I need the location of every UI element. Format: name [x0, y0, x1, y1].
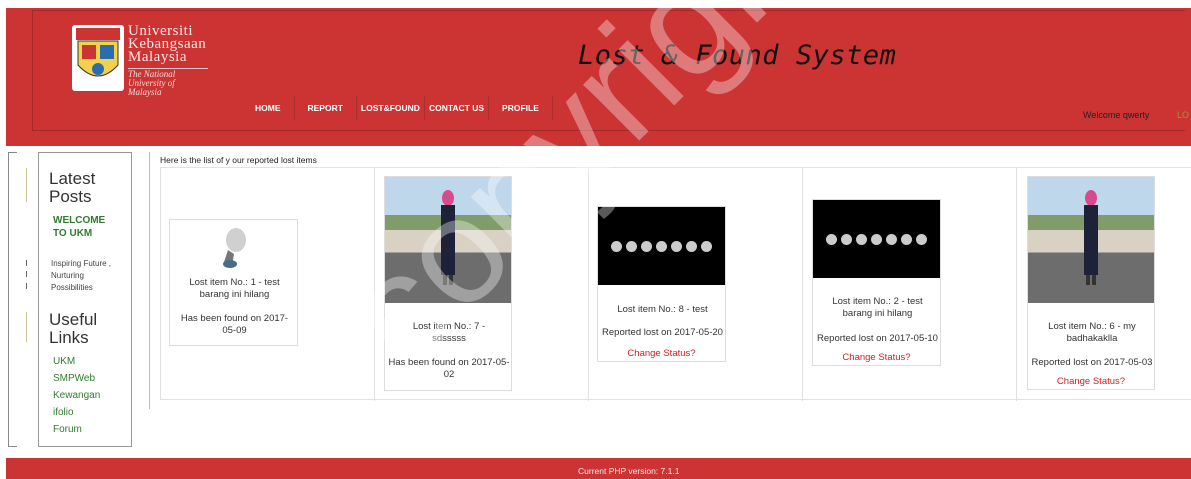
tick-mark	[26, 283, 27, 289]
item-photo	[385, 177, 511, 303]
link-smpweb[interactable]: SMPWeb	[53, 373, 95, 384]
moon-phases-image	[813, 200, 940, 278]
sidebar: Latest Posts WELCOME TO UKM Inspiring Fu…	[38, 152, 132, 447]
list-title: Here is the list of y our reported lost …	[160, 155, 317, 165]
sidebar-marker	[26, 312, 27, 342]
nav-lost-found[interactable]: LOST&FOUND	[357, 96, 425, 120]
item-title: Lost item No.: 8 - test	[617, 304, 708, 315]
lost-item-card[interactable]: Lost item No.: 2 - test barang ini hilan…	[812, 199, 941, 366]
tick-mark	[26, 271, 27, 277]
content-divider	[149, 152, 150, 409]
nav-report[interactable]: REPORT	[295, 96, 357, 120]
link-ifolio[interactable]: ifolio	[53, 407, 74, 418]
link-forum[interactable]: Forum	[53, 424, 82, 435]
change-status-link[interactable]: Change Status?	[1028, 376, 1154, 387]
tagline-text: Inspiring Future , Nurturing Possibiliti…	[51, 259, 112, 292]
lost-item-card[interactable]: Lost item No.: 6 - my badhakaklla Report…	[1027, 176, 1155, 390]
item-title: Lost item No.: 6 - my badhakaklla	[1048, 321, 1136, 344]
lost-item-card[interactable]: Lost item No.: 1 - test barang ini hilan…	[169, 219, 298, 346]
welcome-user: Welcome qwerty	[1083, 110, 1150, 120]
footer-text: Current PHP version: 7.1.1	[578, 466, 680, 476]
item-photo	[1028, 177, 1154, 303]
item-status: Reported lost on 2017-05-03	[1031, 357, 1153, 368]
main-nav: HOME REPORT LOST&FOUND CONTACT US PROFIL…	[242, 96, 553, 120]
useful-links-heading: Useful Links	[49, 310, 98, 347]
nav-contact-us[interactable]: CONTACT US	[425, 96, 490, 120]
moon-phases-image	[598, 207, 725, 285]
crest-icon	[72, 25, 124, 91]
latest-posts-heading: Latest Posts	[49, 169, 96, 206]
site-title: Lost & Found System	[578, 40, 897, 71]
university-name: Universiti Kebangsaan Malaysia	[128, 23, 207, 65]
lost-item-card[interactable]: Lost item No.: 8 - test Reported lost on…	[597, 206, 726, 362]
item-title: Lost item No.: 1 - test barang ini hilan…	[189, 277, 280, 300]
logout-link[interactable]: LO	[1177, 110, 1189, 120]
change-status-link[interactable]: Change Status?	[813, 352, 940, 363]
university-tagline: The National University of Malaysia	[128, 68, 208, 97]
item-title: Lost item No.: 2 - test barang ini hilan…	[832, 296, 923, 319]
sidebar-marker	[26, 168, 27, 202]
lost-item-card[interactable]: Lost item No.: 7 - sdsssss Has been foun…	[384, 176, 512, 391]
university-logo[interactable]: Universiti Kebangsaan Malaysia The Natio…	[72, 23, 212, 97]
pointer-icon	[218, 226, 250, 270]
person-figure	[436, 189, 460, 291]
link-ukm[interactable]: UKM	[53, 356, 75, 367]
link-kewangan[interactable]: Kewangan	[53, 390, 100, 401]
person-figure	[1079, 189, 1103, 291]
nav-profile[interactable]: PROFILE	[489, 96, 553, 120]
item-status: Has been found on 2017-05-09	[180, 313, 289, 336]
item-status: Reported lost on 2017-05-10	[817, 333, 938, 344]
welcome-post[interactable]: WELCOME TO UKM	[53, 214, 118, 240]
nav-home[interactable]: HOME	[242, 96, 295, 120]
item-status: Has been found on 2017-05-02	[388, 357, 510, 380]
item-status: Reported lost on 2017-05-20	[602, 327, 723, 338]
item-title: Lost item No.: 7 - sdsssss	[412, 321, 486, 344]
change-status-link[interactable]: Change Status?	[598, 348, 725, 359]
tick-mark	[26, 260, 27, 266]
